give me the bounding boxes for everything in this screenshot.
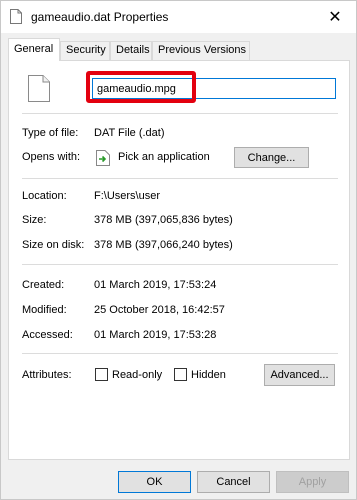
attributes-label: Attributes: <box>22 369 72 381</box>
general-panel: Type of file: DAT File (.dat) Opens with… <box>8 60 350 460</box>
apply-button[interactable]: Apply <box>276 471 349 493</box>
tab-security[interactable]: Security <box>60 41 110 60</box>
file-icon <box>10 9 22 24</box>
hidden-label: Hidden <box>191 369 226 381</box>
readonly-checkbox[interactable] <box>95 368 108 381</box>
created-label: Created: <box>22 279 65 291</box>
advanced-button[interactable]: Advanced... <box>264 364 335 386</box>
cancel-button[interactable]: Cancel <box>197 471 270 493</box>
size-label: Size: <box>22 214 47 226</box>
type-label: Type of file: <box>22 127 79 139</box>
tab-strip: General Security Details Previous Versio… <box>8 38 351 61</box>
modified-label: Modified: <box>22 304 67 316</box>
size-on-disk-label: Size on disk: <box>22 239 85 251</box>
pick-app-icon <box>96 150 110 166</box>
opens-value: Pick an application <box>118 151 210 163</box>
window-title: gameaudio.dat Properties <box>31 10 169 24</box>
close-button[interactable]: ✕ <box>324 6 346 28</box>
hidden-checkbox[interactable] <box>174 368 187 381</box>
title-bar: gameaudio.dat Properties ✕ <box>1 1 356 33</box>
divider <box>22 178 338 179</box>
tab-details[interactable]: Details <box>110 41 152 60</box>
properties-dialog: gameaudio.dat Properties ✕ General Secur… <box>0 0 357 500</box>
created-value: 01 March 2019, 17:53:24 <box>94 279 217 291</box>
type-value: DAT File (.dat) <box>94 127 165 139</box>
size-on-disk-value: 378 MB (397,066,240 bytes) <box>94 239 233 251</box>
location-label: Location: <box>22 190 67 202</box>
accessed-label: Accessed: <box>22 329 73 341</box>
ok-button[interactable]: OK <box>118 471 191 493</box>
close-icon: ✕ <box>328 9 342 26</box>
tab-general[interactable]: General <box>8 38 60 61</box>
divider <box>22 353 338 354</box>
location-value: F:\Users\user <box>94 190 161 202</box>
readonly-label: Read-only <box>112 369 163 381</box>
document-icon <box>28 75 50 102</box>
filename-input[interactable] <box>92 78 336 99</box>
change-button[interactable]: Change... <box>234 147 309 168</box>
divider <box>22 113 338 114</box>
accessed-value: 01 March 2019, 17:53:28 <box>94 329 217 341</box>
size-value: 378 MB (397,065,836 bytes) <box>94 214 233 226</box>
opens-label: Opens with: <box>22 151 81 163</box>
modified-value: 25 October 2018, 16:42:57 <box>94 304 225 316</box>
tab-previous-versions[interactable]: Previous Versions <box>152 41 250 60</box>
divider <box>22 264 338 265</box>
